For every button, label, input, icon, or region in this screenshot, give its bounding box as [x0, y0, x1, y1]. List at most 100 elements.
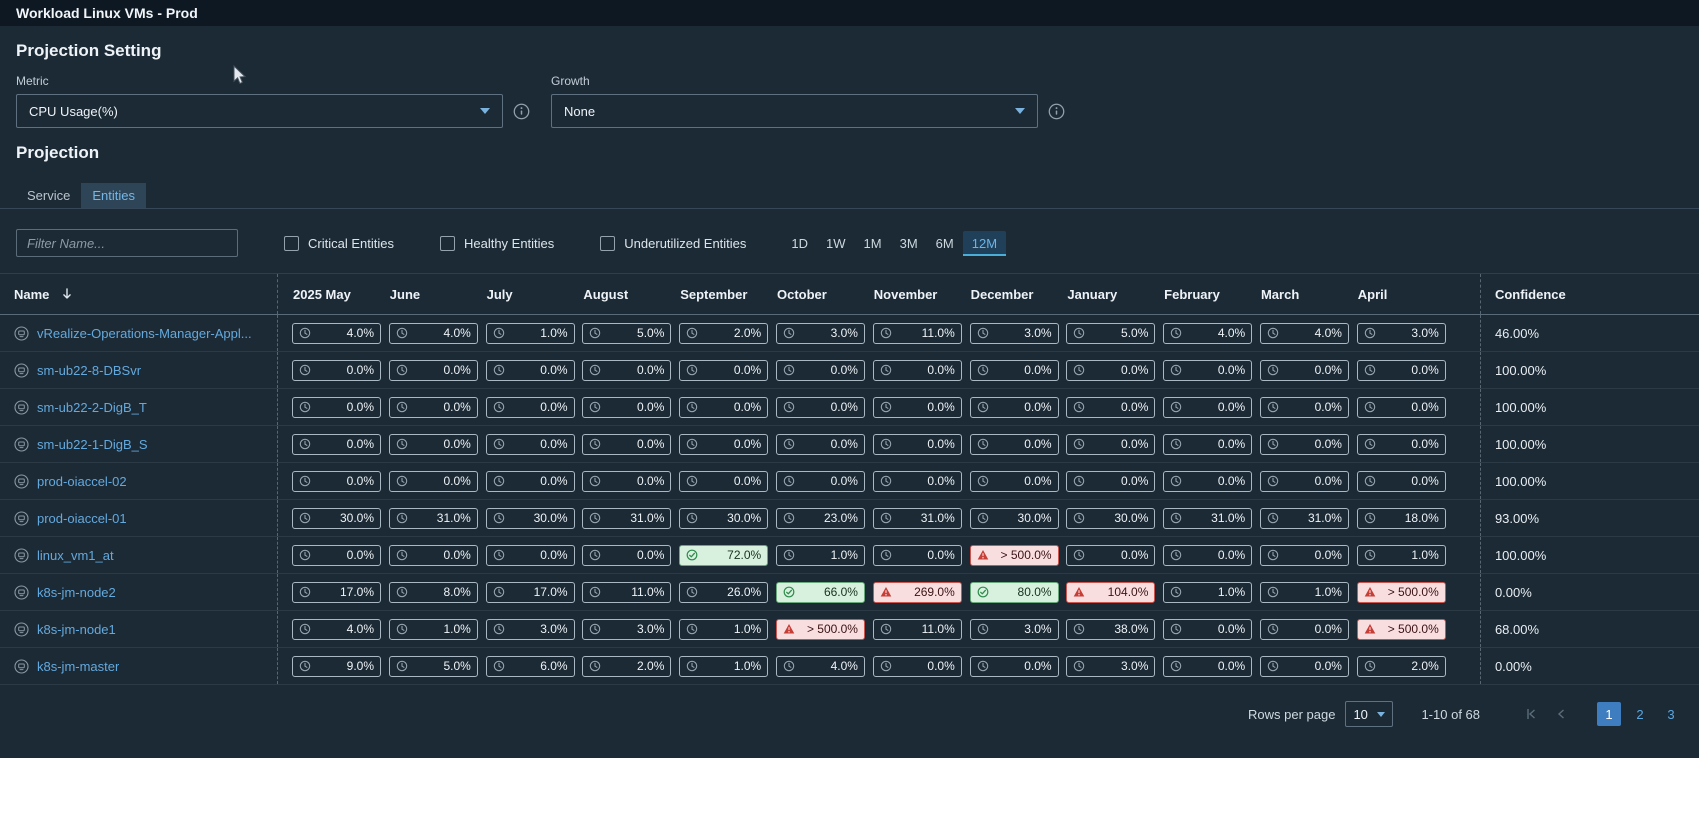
metric-pill[interactable]: 0.0% — [486, 434, 575, 455]
metric-pill[interactable]: 0.0% — [1260, 656, 1349, 677]
metric-pill[interactable]: 0.0% — [970, 360, 1059, 381]
metric-pill[interactable]: 0.0% — [1260, 545, 1349, 566]
metric-pill[interactable]: 66.0% — [776, 582, 865, 603]
entity-name-link[interactable]: sm-ub22-8-DBSvr — [37, 363, 141, 378]
metric-pill[interactable]: 3.0% — [486, 619, 575, 640]
metric-pill[interactable]: 0.0% — [389, 360, 478, 381]
metric-pill[interactable]: 4.0% — [292, 323, 381, 344]
first-page-icon[interactable] — [1524, 707, 1538, 721]
time-range-12m[interactable]: 12M — [963, 231, 1006, 256]
metric-pill[interactable]: 0.0% — [1260, 360, 1349, 381]
metric-pill[interactable]: 2.0% — [679, 323, 768, 344]
metric-pill[interactable]: 0.0% — [873, 434, 962, 455]
sort-desc-icon[interactable] — [61, 287, 73, 301]
entity-name-link[interactable]: sm-ub22-2-DigB_T — [37, 400, 147, 415]
metric-pill[interactable]: 11.0% — [873, 619, 962, 640]
previous-page-icon[interactable] — [1554, 707, 1568, 721]
metric-pill[interactable]: 30.0% — [486, 508, 575, 529]
metric-pill[interactable]: 31.0% — [582, 508, 671, 529]
metric-pill[interactable]: > 500.0% — [970, 545, 1059, 566]
metric-pill[interactable]: 0.0% — [389, 471, 478, 492]
metric-pill[interactable]: 0.0% — [679, 471, 768, 492]
metric-pill[interactable]: 0.0% — [1066, 397, 1155, 418]
metric-pill[interactable]: 0.0% — [1357, 434, 1446, 455]
metric-pill[interactable]: 4.0% — [776, 656, 865, 677]
metric-pill[interactable]: 0.0% — [1357, 397, 1446, 418]
metric-pill[interactable]: 0.0% — [389, 545, 478, 566]
metric-pill[interactable]: 0.0% — [292, 360, 381, 381]
entity-name-link[interactable]: sm-ub22-1-DigB_S — [37, 437, 148, 452]
metric-pill[interactable]: 0.0% — [776, 360, 865, 381]
checkbox-healthy-entities[interactable]: Healthy Entities — [440, 236, 554, 251]
page-button-3[interactable]: 3 — [1659, 702, 1683, 726]
metric-pill[interactable]: 0.0% — [873, 656, 962, 677]
metric-pill[interactable]: 0.0% — [582, 471, 671, 492]
metric-pill[interactable]: 0.0% — [486, 360, 575, 381]
metric-select[interactable]: CPU Usage(%) — [16, 94, 503, 128]
metric-pill[interactable]: 0.0% — [389, 397, 478, 418]
metric-pill[interactable]: > 500.0% — [1357, 619, 1446, 640]
info-icon[interactable] — [513, 103, 530, 120]
metric-pill[interactable]: 18.0% — [1357, 508, 1446, 529]
metric-pill[interactable]: 0.0% — [486, 471, 575, 492]
metric-pill[interactable]: 0.0% — [1260, 471, 1349, 492]
metric-pill[interactable]: 0.0% — [679, 434, 768, 455]
metric-pill[interactable]: 0.0% — [679, 397, 768, 418]
metric-pill[interactable]: 0.0% — [582, 360, 671, 381]
time-range-1d[interactable]: 1D — [782, 231, 817, 256]
metric-pill[interactable]: 0.0% — [1066, 360, 1155, 381]
metric-pill[interactable]: 30.0% — [292, 508, 381, 529]
checkbox-critical-entities[interactable]: Critical Entities — [284, 236, 394, 251]
metric-pill[interactable]: 0.0% — [1163, 397, 1252, 418]
checkbox-box[interactable] — [284, 236, 299, 251]
entity-name-link[interactable]: linux_vm1_at — [37, 548, 114, 563]
metric-pill[interactable]: 0.0% — [1066, 545, 1155, 566]
metric-pill[interactable]: 5.0% — [1066, 323, 1155, 344]
metric-pill[interactable]: 72.0% — [679, 545, 768, 566]
checkbox-box[interactable] — [600, 236, 615, 251]
rows-per-page-select[interactable]: 10 — [1345, 701, 1393, 727]
time-range-6m[interactable]: 6M — [927, 231, 963, 256]
metric-pill[interactable]: 0.0% — [1163, 434, 1252, 455]
entity-name-link[interactable]: prod-oiaccel-01 — [37, 511, 127, 526]
metric-pill[interactable]: 0.0% — [1163, 545, 1252, 566]
metric-pill[interactable]: 8.0% — [389, 582, 478, 603]
metric-pill[interactable]: 0.0% — [1260, 619, 1349, 640]
metric-pill[interactable]: 0.0% — [970, 434, 1059, 455]
metric-pill[interactable]: 1.0% — [1357, 545, 1446, 566]
metric-pill[interactable]: 0.0% — [776, 397, 865, 418]
tab-entities[interactable]: Entities — [81, 183, 146, 208]
entity-name-link[interactable]: prod-oiaccel-02 — [37, 474, 127, 489]
metric-pill[interactable]: 30.0% — [679, 508, 768, 529]
metric-pill[interactable]: 0.0% — [582, 434, 671, 455]
metric-pill[interactable]: 3.0% — [1357, 323, 1446, 344]
metric-pill[interactable]: 1.0% — [1260, 582, 1349, 603]
metric-pill[interactable]: 2.0% — [582, 656, 671, 677]
metric-pill[interactable]: 31.0% — [389, 508, 478, 529]
growth-select[interactable]: None — [551, 94, 1038, 128]
metric-pill[interactable]: 1.0% — [486, 323, 575, 344]
metric-pill[interactable]: 0.0% — [873, 471, 962, 492]
entity-name-link[interactable]: k8s-jm-node1 — [37, 622, 116, 637]
time-range-1m[interactable]: 1M — [855, 231, 891, 256]
metric-pill[interactable]: 5.0% — [389, 656, 478, 677]
metric-pill[interactable]: 0.0% — [776, 471, 865, 492]
metric-pill[interactable]: 0.0% — [970, 471, 1059, 492]
metric-pill[interactable]: 17.0% — [486, 582, 575, 603]
metric-pill[interactable]: 0.0% — [1066, 471, 1155, 492]
filter-name-input[interactable] — [16, 229, 238, 257]
metric-pill[interactable]: 0.0% — [389, 434, 478, 455]
metric-pill[interactable]: 11.0% — [873, 323, 962, 344]
metric-pill[interactable]: 3.0% — [970, 619, 1059, 640]
metric-pill[interactable]: 0.0% — [873, 397, 962, 418]
metric-pill[interactable]: 0.0% — [873, 545, 962, 566]
metric-pill[interactable]: 5.0% — [582, 323, 671, 344]
metric-pill[interactable]: 0.0% — [486, 545, 575, 566]
metric-pill[interactable]: > 500.0% — [1357, 582, 1446, 603]
metric-pill[interactable]: 0.0% — [1163, 471, 1252, 492]
metric-pill[interactable]: 30.0% — [1066, 508, 1155, 529]
metric-pill[interactable]: 1.0% — [776, 545, 865, 566]
metric-pill[interactable]: 2.0% — [1357, 656, 1446, 677]
metric-pill[interactable]: 1.0% — [1163, 582, 1252, 603]
metric-pill[interactable]: 0.0% — [292, 545, 381, 566]
